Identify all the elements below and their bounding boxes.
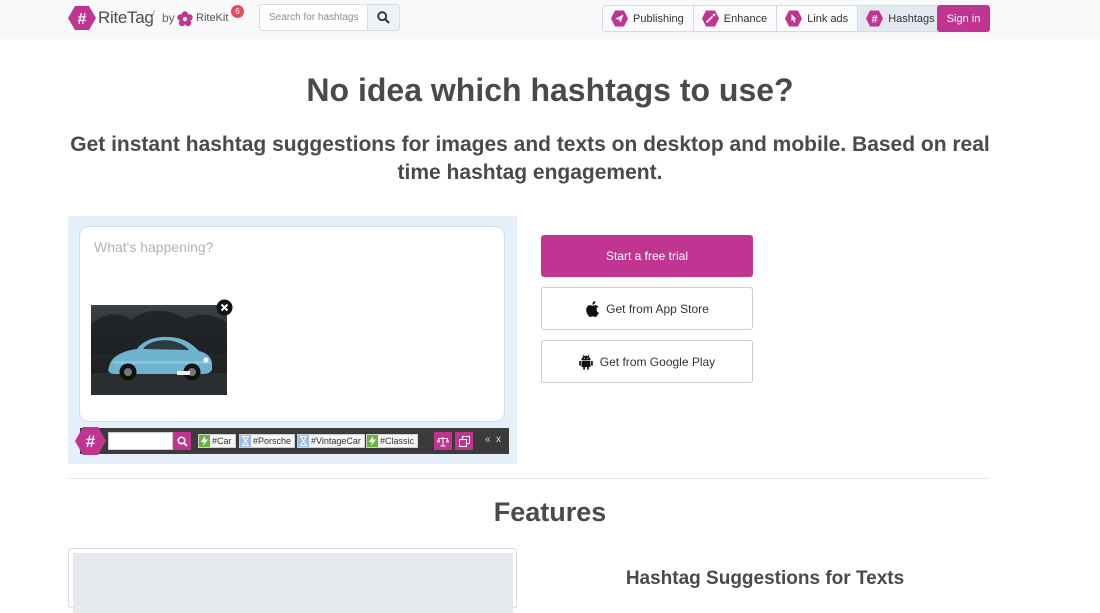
bolt-icon	[199, 435, 210, 447]
hashtag-chip-label: #VintageCar	[311, 436, 361, 446]
collapse-toggle[interactable]: «	[485, 434, 491, 445]
nav-hashtags[interactable]: # Hashtags	[858, 6, 944, 31]
hashtag-chip-label: #Car	[212, 436, 232, 446]
ritekit-logo-text[interactable]: RiteKit	[196, 12, 228, 24]
nav-enhance[interactable]: Enhance	[694, 6, 778, 31]
app-store-button[interactable]: Get from App Store	[541, 287, 753, 330]
paper-plane-icon	[611, 10, 628, 27]
apple-icon	[586, 300, 599, 317]
hourglass-icon	[298, 435, 309, 447]
section-divider	[68, 478, 989, 479]
features-heading: Features	[493, 497, 607, 527]
feature-preview-image	[73, 553, 513, 613]
app-store-label: Get from App Store	[606, 301, 709, 316]
hashtag-icon: #	[866, 10, 884, 27]
feature-title: Hashtag Suggestions for Texts	[625, 568, 905, 589]
hashtag-chip[interactable]: #Porsche	[239, 434, 296, 448]
hero-subtitle: Get instant hashtag suggestions for imag…	[70, 133, 990, 184]
close-toolbar-button[interactable]: x	[496, 434, 501, 445]
nav-link-ads[interactable]: Link ads	[777, 6, 859, 31]
ritekit-logo-icon[interactable]	[177, 11, 193, 27]
remove-image-icon[interactable]	[216, 299, 233, 316]
nav-hashtags-label: Hashtags	[888, 12, 935, 25]
balance-button[interactable]	[434, 432, 452, 450]
svg-text:#: #	[86, 432, 96, 451]
copy-icon	[458, 435, 470, 447]
hashtag-bar-search-button[interactable]	[173, 432, 191, 450]
nav-link-ads-label: Link ads	[807, 12, 849, 25]
hashtag-bar-logo-icon[interactable]: #	[75, 426, 106, 456]
copy-button[interactable]	[455, 432, 473, 450]
notification-badge[interactable]: 6	[231, 5, 244, 18]
balance-scale-icon	[437, 436, 449, 446]
start-trial-button[interactable]: Start a free trial	[541, 235, 753, 277]
hashtag-bar-input[interactable]	[108, 432, 173, 450]
hashtag-chip[interactable]: #VintageCar	[297, 434, 365, 448]
search-button[interactable]	[367, 4, 400, 31]
google-play-button[interactable]: Get from Google Play	[541, 340, 753, 383]
hashtag-chip-label: #Porsche	[253, 436, 292, 446]
pointer-icon	[785, 10, 803, 27]
nav-publishing-label: Publishing	[633, 12, 684, 25]
search-icon	[176, 435, 188, 447]
google-play-label: Get from Google Play	[599, 354, 716, 369]
by-label: by	[162, 11, 175, 25]
svg-text:#: #	[78, 11, 87, 28]
search-icon	[377, 11, 390, 24]
hashtag-chip[interactable]: #Classic	[366, 434, 419, 448]
nav-publishing[interactable]: Publishing	[603, 6, 694, 31]
bolt-icon	[367, 435, 378, 447]
hourglass-icon	[240, 435, 251, 447]
car-photo	[91, 305, 227, 395]
android-icon	[578, 354, 593, 370]
ritetag-logo-icon[interactable]: #	[68, 5, 96, 31]
nav-enhance-label: Enhance	[723, 12, 768, 25]
hashtag-chip-label: #Classic	[380, 436, 415, 446]
ritetag-logo-text[interactable]: RiteTag	[98, 8, 154, 28]
hashtag-search-box	[259, 4, 369, 31]
product-nav: Publishing Enhance Link ads # Hashtags	[602, 5, 945, 32]
hashtag-search-input[interactable]	[260, 5, 369, 30]
wand-icon	[701, 10, 719, 27]
logo-separator: /	[150, 6, 156, 26]
hashtag-chip[interactable]: #Car	[198, 434, 236, 448]
sign-in-button[interactable]: Sign in	[937, 5, 990, 32]
hero-title: No idea which hashtags to use?	[306, 72, 794, 108]
svg-text:#: #	[872, 14, 878, 26]
compose-placeholder: What's happening?	[94, 239, 214, 255]
